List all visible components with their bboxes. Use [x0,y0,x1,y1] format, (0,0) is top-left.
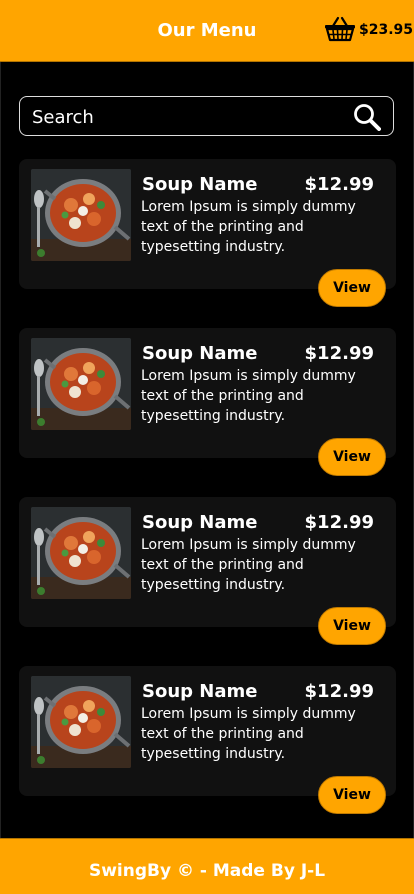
soup-image [31,676,131,768]
basket-icon [325,16,355,42]
soup-price: $12.99 [304,343,374,364]
soup-image [31,507,131,599]
search-bar [19,96,394,136]
soup-name: Soup Name [142,174,258,195]
app-header: Our Menu $23.95 [0,0,414,62]
soup-description: Lorem Ipsum is simply dummy text of the … [141,368,356,424]
soup-name: Soup Name [142,512,258,533]
soup-image [31,169,131,261]
app-footer: SwingBy © - Made By J-L [0,838,414,894]
cart-button[interactable]: $23.95 [324,16,414,46]
view-button[interactable]: View [318,438,386,476]
soup-image [31,338,131,430]
soup-price: $12.99 [304,512,374,533]
menu-item-card: Soup Name $12.99 Lorem Ipsum is simply d… [19,497,396,645]
soup-name: Soup Name [142,343,258,364]
soup-price: $12.99 [304,174,374,195]
view-button[interactable]: View [318,776,386,814]
view-button[interactable]: View [318,607,386,645]
menu-item-card: Soup Name $12.99 Lorem Ipsum is simply d… [19,159,396,307]
soup-name: Soup Name [142,681,258,702]
view-button[interactable]: View [318,269,386,307]
soup-description: Lorem Ipsum is simply dummy text of the … [141,706,356,762]
soup-price: $12.99 [304,681,374,702]
footer-credit: SwingBy © - Made By J-L [88,861,326,881]
search-icon[interactable] [353,103,381,131]
search-input[interactable] [30,103,344,131]
soup-description: Lorem Ipsum is simply dummy text of the … [141,537,356,593]
cart-total: $23.95 [359,22,414,38]
menu-item-card: Soup Name $12.99 Lorem Ipsum is simply d… [19,666,396,814]
menu-item-card: Soup Name $12.99 Lorem Ipsum is simply d… [19,328,396,476]
soup-description: Lorem Ipsum is simply dummy text of the … [141,199,356,255]
menu-content[interactable]: Soup Name $12.99 Lorem Ipsum is simply d… [0,62,414,838]
